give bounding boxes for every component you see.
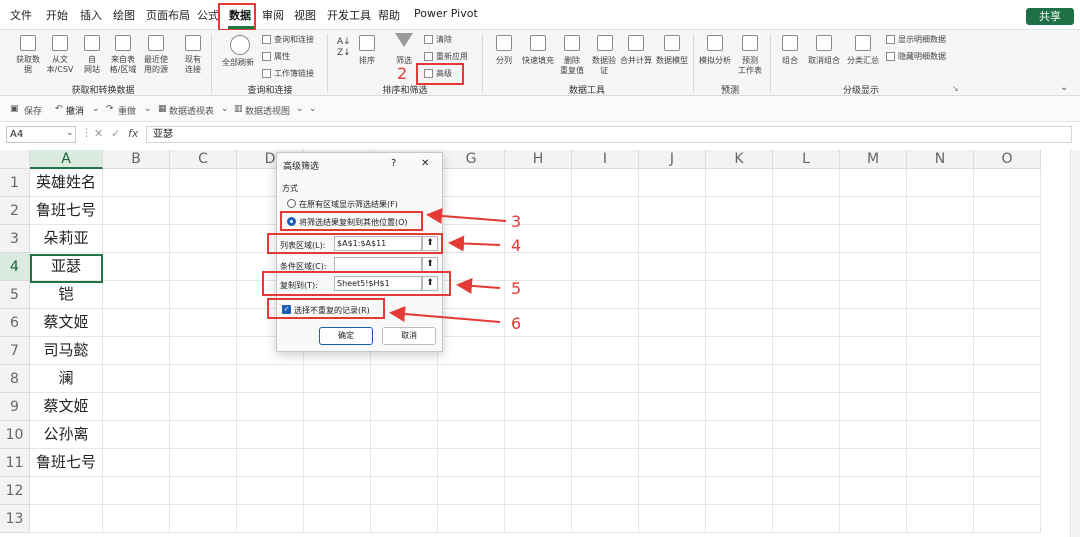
annotation-number-4: 4 bbox=[511, 236, 522, 255]
annotation-number-5: 5 bbox=[511, 279, 522, 298]
annotation-number-6: 6 bbox=[511, 314, 522, 333]
arrow-4 bbox=[448, 235, 501, 252]
annotation-number-3: 3 bbox=[511, 212, 522, 231]
arrow-6 bbox=[389, 306, 501, 323]
arrow-3 bbox=[426, 207, 507, 224]
annotation-arrows bbox=[389, 207, 507, 323]
arrow-5 bbox=[456, 277, 501, 294]
